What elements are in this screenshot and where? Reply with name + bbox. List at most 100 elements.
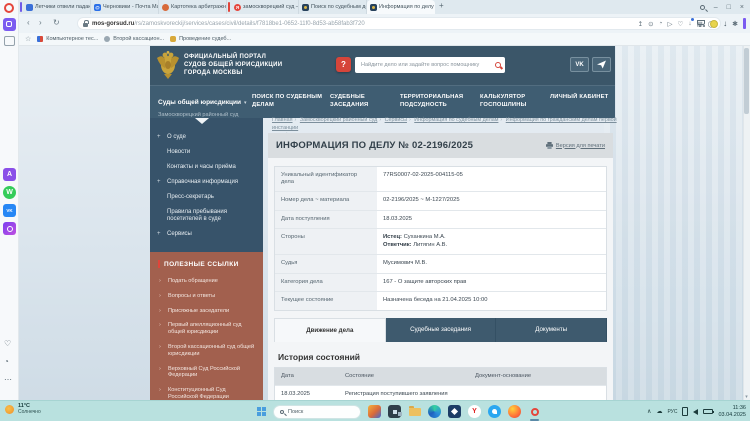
sidebar-item-rules[interactable]: Правила пребывания посетителей в суде — [150, 205, 263, 227]
assistant-help-button[interactable]: ? — [336, 57, 351, 72]
nav-jurisdiction[interactable]: ТЕРРИТОРИАЛЬНАЯ ПОДСУДНОСТЬ — [400, 94, 474, 109]
sidebar-item-news[interactable]: Новости — [150, 145, 263, 160]
language-indicator[interactable]: РУС — [667, 409, 677, 415]
battery-icon[interactable] — [703, 409, 713, 414]
link-supreme-court[interactable]: ›Верховный Суд Российской Федерации — [150, 362, 263, 384]
link-jurors[interactable]: ›Присяжные заседатели — [150, 304, 263, 319]
settings-gear-icon[interactable]: ✱ — [732, 20, 738, 28]
weather-widget[interactable]: 11°C Солнечно — [5, 403, 41, 415]
browser-app-icon[interactable] — [488, 405, 501, 418]
new-tab-button[interactable]: + — [435, 0, 448, 14]
browser-tab-6-active[interactable]: Информация по делу № — [367, 0, 435, 14]
snapshot-icon[interactable]: ⊙ — [648, 20, 653, 28]
sidebar-item-contacts[interactable]: Контакты и часы приёма — [150, 160, 263, 175]
rail-more-icon[interactable]: ⋯ — [4, 376, 12, 384]
taskbar-search[interactable]: Поиск — [273, 405, 361, 419]
sidebar-item-about[interactable]: +О суде — [150, 130, 263, 145]
minimize-button[interactable]: – — [714, 4, 718, 11]
browser-tab-4[interactable]: Язамоскворецкий суд — Я — [231, 0, 299, 14]
nav-fee-calculator[interactable]: КАЛЬКУЛЯТОР ГОСПОШЛИНЫ — [480, 94, 554, 109]
site-search-box[interactable] — [355, 57, 505, 73]
telegram-social-button[interactable] — [592, 57, 611, 72]
whatsapp-icon[interactable]: W — [3, 186, 16, 199]
edge-browser-icon[interactable] — [428, 405, 441, 418]
site-search-icon[interactable] — [495, 62, 501, 68]
page-url[interactable]: mos-gorsud.ru/rs/zamoskvoreckij/services… — [92, 21, 365, 27]
instagram-icon[interactable] — [3, 222, 16, 235]
table-row: Текущее состояниеНазначена беседа на 21.… — [275, 292, 606, 310]
wallet-icon[interactable] — [710, 20, 718, 28]
bookmark-item-3[interactable]: Проведение судеб... — [170, 36, 231, 42]
bookmark-star-icon[interactable]: ☆ — [25, 35, 31, 43]
crumb-court[interactable]: Замоскворецкий районный суд — [300, 117, 377, 123]
nav-hearings[interactable]: СУДЕБНЫЕ ЗАСЕДАНИЯ — [330, 94, 404, 109]
start-button[interactable] — [257, 407, 266, 416]
reload-icon[interactable]: ↻ — [53, 18, 60, 28]
clock[interactable]: 11:36 03.04.2025 — [718, 405, 746, 418]
link-submit-appeal[interactable]: ›Подать обращение — [150, 274, 263, 289]
downloads-button-icon[interactable]: ↓ — [723, 19, 727, 28]
link-second-cassation[interactable]: ›Второй кассационный суд общей юрисдикци… — [150, 340, 263, 362]
sidebar-item-services[interactable]: +Сервисы — [150, 227, 263, 242]
tab-search-icon[interactable] — [700, 5, 705, 10]
court-selector[interactable]: Суды общей юрисдикции▾ Замоскворецкий ра… — [158, 91, 258, 119]
sidebar-item-reference[interactable]: +Справочная информация — [150, 175, 263, 190]
widgets-icon[interactable] — [368, 405, 381, 418]
tab-hearings[interactable]: Судебные заседания — [386, 318, 497, 342]
firefox-icon[interactable] — [508, 405, 521, 418]
close-button[interactable]: × — [740, 4, 744, 11]
table-row: Категория дела167 - О защите авторских п… — [275, 274, 606, 293]
aria-ai-icon[interactable]: A — [3, 168, 16, 181]
speaker-icon[interactable] — [693, 409, 698, 415]
bookmark-favicon — [170, 36, 176, 42]
forward-icon[interactable]: › — [39, 18, 42, 28]
opera-menu-icon[interactable] — [4, 3, 14, 13]
browser-tab-3[interactable]: Картотека арбитражны... — [159, 0, 227, 14]
onedrive-cloud-icon[interactable]: ☁ — [656, 408, 662, 415]
tray-expand-icon[interactable]: ∧ — [647, 408, 651, 415]
bookmark-item-2[interactable]: Второй кассацион... — [104, 36, 164, 42]
download-icon[interactable]: ↓ — [688, 20, 691, 27]
crumb-case-info[interactable]: Информация по судебным делам — [414, 117, 498, 123]
tab-case-movement[interactable]: Движение дела — [274, 318, 386, 342]
vk-messenger-icon[interactable]: VK — [3, 204, 16, 217]
workspace-icon[interactable] — [4, 36, 15, 46]
back-icon[interactable]: ‹ — [27, 18, 30, 28]
nav-personal-cabinet[interactable]: ЛИЧНЫЙ КАБИНЕТ — [550, 94, 624, 102]
link-first-appellate[interactable]: ›Первый апелляционный суд общей юрисдикц… — [150, 318, 263, 340]
vk-social-button[interactable]: VK — [570, 57, 589, 72]
scrollbar-thumb[interactable] — [744, 48, 749, 114]
link-faq[interactable]: ›Вопросы и ответы — [150, 289, 263, 304]
yandex-browser-icon[interactable]: Y — [468, 405, 481, 418]
history-icon[interactable]: ◔ — [4, 358, 9, 366]
bookmark-heart-icon[interactable]: ♡ — [677, 20, 683, 28]
page-history-icon[interactable]: ◔ — [659, 20, 663, 27]
tab-documents[interactable]: Документы — [496, 318, 607, 342]
browser-tab-5[interactable]: Поиск по судебным дел... — [299, 0, 367, 14]
share-icon[interactable]: ↥ — [638, 20, 643, 28]
shopping-cart-icon[interactable] — [697, 20, 705, 25]
bookmarks-heart-icon[interactable]: ♡ — [4, 340, 11, 348]
sidebar-toggle-icon[interactable] — [743, 18, 746, 29]
nav-case-search[interactable]: ПОИСК ПО СУДЕБНЫМ ДЕЛАМ — [252, 94, 326, 109]
url-field[interactable]: mos-gorsud.ru/rs/zamoskvoreckij/services… — [77, 17, 721, 30]
crumb-services[interactable]: Сервисы — [385, 117, 407, 123]
photos-app-icon[interactable] — [448, 405, 461, 418]
scrollbar[interactable]: ▾ — [743, 46, 750, 400]
browser-tab-2[interactable]: @Черновики - Почта Mail — [91, 0, 159, 14]
opera-icon-active[interactable] — [528, 405, 541, 418]
maximize-button[interactable]: □ — [727, 4, 731, 11]
crumb-home[interactable]: Главная — [272, 117, 293, 123]
site-search-input[interactable] — [359, 61, 495, 69]
phone-link-icon[interactable] — [682, 407, 688, 416]
media-play-icon[interactable]: ▷ — [667, 20, 672, 28]
link-constitutional-court[interactable]: ›Конституционный Суд Российской Федераци… — [150, 383, 263, 400]
print-version-link[interactable]: Версия для печати — [546, 142, 605, 149]
bookmark-item-1[interactable]: Компьютерное тес... — [37, 36, 98, 42]
task-view-icon[interactable] — [388, 405, 401, 418]
workspace-active-icon[interactable] — [3, 18, 16, 31]
browser-tab-1[interactable]: Летчики отвели падающ... — [23, 0, 91, 14]
file-explorer-icon[interactable] — [408, 405, 421, 418]
case-details-table: Уникальный идентификатор дела77RS0007-02… — [274, 166, 607, 311]
sidebar-item-press[interactable]: Пресс-секретарь — [150, 190, 263, 205]
